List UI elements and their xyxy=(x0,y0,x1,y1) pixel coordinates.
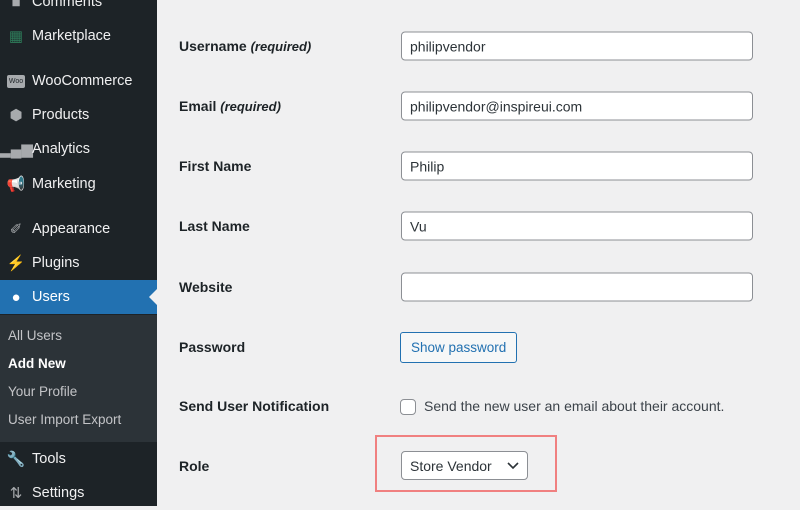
website-label: Website xyxy=(179,279,233,295)
website-input[interactable] xyxy=(401,272,753,302)
plug-icon: ⚡ xyxy=(6,255,26,272)
menu-woocommerce[interactable]: Woo WooCommerce xyxy=(0,64,157,98)
role-label: Role xyxy=(179,458,210,474)
notification-checkbox-label[interactable]: Send the new user an email about their a… xyxy=(424,398,724,414)
email-input[interactable] xyxy=(401,91,753,121)
sliders-icon: ⇅ xyxy=(9,485,23,502)
first-name-input[interactable] xyxy=(401,151,753,181)
menu-appearance[interactable]: ✐ Appearance xyxy=(0,212,157,246)
submenu-your-profile[interactable]: Your Profile xyxy=(8,382,77,402)
box-icon: ⬢ xyxy=(9,107,23,124)
role-select[interactable]: Store Vendor xyxy=(401,451,528,480)
notification-label: Send User Notification xyxy=(179,398,330,414)
wrench-icon: 🔧 xyxy=(6,451,26,468)
submenu-all-users[interactable]: All Users xyxy=(8,326,62,346)
last-name-input[interactable] xyxy=(401,211,753,241)
bar-chart-icon: ▂▄▆ xyxy=(0,141,33,158)
menu-tools[interactable]: 🔧 Tools xyxy=(0,442,157,476)
users-submenu: All Users Add New Your Profile User Impo… xyxy=(0,315,157,442)
user-icon: ● xyxy=(11,288,21,306)
menu-users[interactable]: ● Users xyxy=(0,280,157,314)
notification-checkbox[interactable] xyxy=(400,399,416,415)
menu-plugins[interactable]: ⚡ Plugins xyxy=(0,246,157,280)
show-password-button[interactable]: Show password xyxy=(400,332,518,363)
chevron-down-icon xyxy=(507,461,519,469)
menu-marketing[interactable]: 📢 Marketing xyxy=(0,167,157,201)
submenu-user-import-export[interactable]: User Import Export xyxy=(8,410,121,430)
menu-comments[interactable]: ■ Comments xyxy=(0,0,157,19)
submenu-add-new[interactable]: Add New xyxy=(8,354,66,374)
username-input[interactable] xyxy=(401,31,753,61)
admin-sidebar: ■ Comments ▦ Marketplace Woo WooCommerce ⬢ P… xyxy=(0,0,157,506)
store-icon: ▦ xyxy=(8,28,24,45)
first-name-label: First Name xyxy=(179,158,252,174)
email-label: Email (required) xyxy=(179,98,281,114)
password-label: Password xyxy=(179,339,246,355)
megaphone-icon: 📢 xyxy=(6,176,26,193)
brush-icon: ✐ xyxy=(9,221,23,238)
username-label: Username (required) xyxy=(179,38,312,54)
menu-products[interactable]: ⬢ Products xyxy=(0,98,157,132)
comment-icon: ■ xyxy=(11,0,21,11)
last-name-label: Last Name xyxy=(179,218,250,234)
menu-settings[interactable]: ⇅ Settings xyxy=(0,476,157,510)
woo-icon: Woo xyxy=(0,74,32,88)
menu-analytics[interactable]: ▂▄▆ Analytics xyxy=(0,132,157,166)
menu-marketplace[interactable]: ▦ Marketplace xyxy=(0,19,157,53)
